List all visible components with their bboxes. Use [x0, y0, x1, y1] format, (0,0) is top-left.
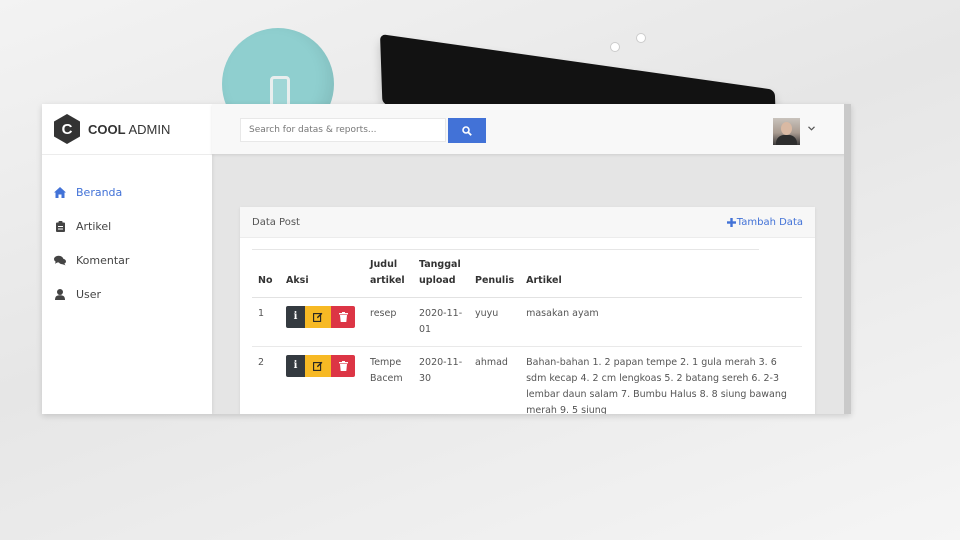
trash-icon [338, 361, 348, 371]
cell-no: 1 [252, 297, 280, 347]
sidebar-item-user[interactable]: User [42, 277, 212, 311]
column-header-judul: Judul artikel [364, 249, 413, 298]
delete-button[interactable] [331, 355, 355, 377]
logo-hexagon-icon: C [54, 114, 80, 144]
info-icon: i [293, 360, 298, 371]
brand-logo[interactable]: C COOL ADMIN [42, 104, 212, 155]
trash-icon [338, 312, 348, 322]
top-header [212, 104, 851, 154]
delete-button[interactable] [331, 306, 355, 328]
add-data-label: Tambah Data [736, 216, 803, 228]
card-header: Data Post Tambah Data [240, 207, 815, 238]
sidebar-nav: Beranda Artikel Komentar User [42, 155, 212, 311]
cell-penulis: ahmad [469, 346, 521, 414]
column-header-tanggal: Tanggal upload [413, 249, 469, 298]
background-earbud [610, 42, 620, 52]
cell-actions: i [280, 346, 364, 414]
column-header-no: No [252, 249, 280, 298]
plus-icon [726, 217, 736, 227]
table-row: 1 i resep 2020-11-01 yuyu masakan ayam [252, 297, 802, 347]
sidebar-item-label: Artikel [76, 219, 112, 233]
search-icon [462, 125, 472, 136]
edit-button[interactable] [305, 306, 331, 328]
sidebar-item-komentar[interactable]: Komentar [42, 243, 212, 277]
sidebar-item-label: Komentar [76, 253, 130, 267]
admin-window: C COOL ADMIN Beranda Artikel Komentar Us… [42, 104, 851, 414]
user-icon [54, 288, 66, 300]
info-button[interactable]: i [286, 355, 305, 377]
chevron-down-icon[interactable] [808, 124, 815, 134]
sidebar-item-label: User [76, 287, 102, 301]
sidebar-item-label: Beranda [76, 185, 123, 199]
cell-no: 2 [252, 346, 280, 414]
table-header-row: No Aksi Judul artikel Tanggal upload Pen… [252, 249, 802, 298]
column-header-artikel: Artikel [520, 249, 802, 298]
column-header-penulis: Penulis [469, 249, 521, 298]
edit-icon [313, 361, 323, 371]
cell-tanggal: 2020-11-01 [413, 297, 469, 347]
cell-artikel: Bahan-bahan 1. 2 papan tempe 2. 1 gula m… [520, 346, 802, 414]
cell-artikel: masakan ayam [520, 297, 802, 347]
cell-judul: resep [364, 297, 413, 347]
sidebar-item-artikel[interactable]: Artikel [42, 209, 212, 243]
cell-tanggal: 2020-11-30 [413, 346, 469, 414]
clipboard-icon [54, 220, 66, 232]
posts-table: No Aksi Judul artikel Tanggal upload Pen… [252, 249, 802, 414]
user-avatar[interactable] [773, 118, 800, 145]
home-icon [54, 186, 66, 198]
column-header-aksi: Aksi [280, 249, 364, 298]
search-button[interactable] [448, 118, 486, 143]
info-button[interactable]: i [286, 306, 305, 328]
info-icon: i [293, 311, 298, 322]
comments-icon [54, 254, 66, 266]
sidebar-item-beranda[interactable]: Beranda [42, 175, 212, 209]
card-title: Data Post [252, 216, 300, 228]
edit-button[interactable] [305, 355, 331, 377]
add-data-button[interactable]: Tambah Data [726, 216, 803, 228]
sidebar: C COOL ADMIN Beranda Artikel Komentar Us… [42, 104, 212, 414]
cell-penulis: yuyu [469, 297, 521, 347]
edit-icon [313, 312, 323, 322]
cell-actions: i [280, 297, 364, 347]
cell-judul: Tempe Bacem [364, 346, 413, 414]
page-scrollbar[interactable] [844, 104, 851, 414]
search-input[interactable] [240, 118, 446, 142]
brand-name: COOL ADMIN [88, 121, 171, 137]
background-earbud [636, 33, 646, 43]
table-row: 2 i Tempe Bacem 2020-11-30 ahmad Bahan-b… [252, 346, 802, 414]
data-post-card: Data Post Tambah Data No Aksi Judul arti… [240, 207, 815, 414]
